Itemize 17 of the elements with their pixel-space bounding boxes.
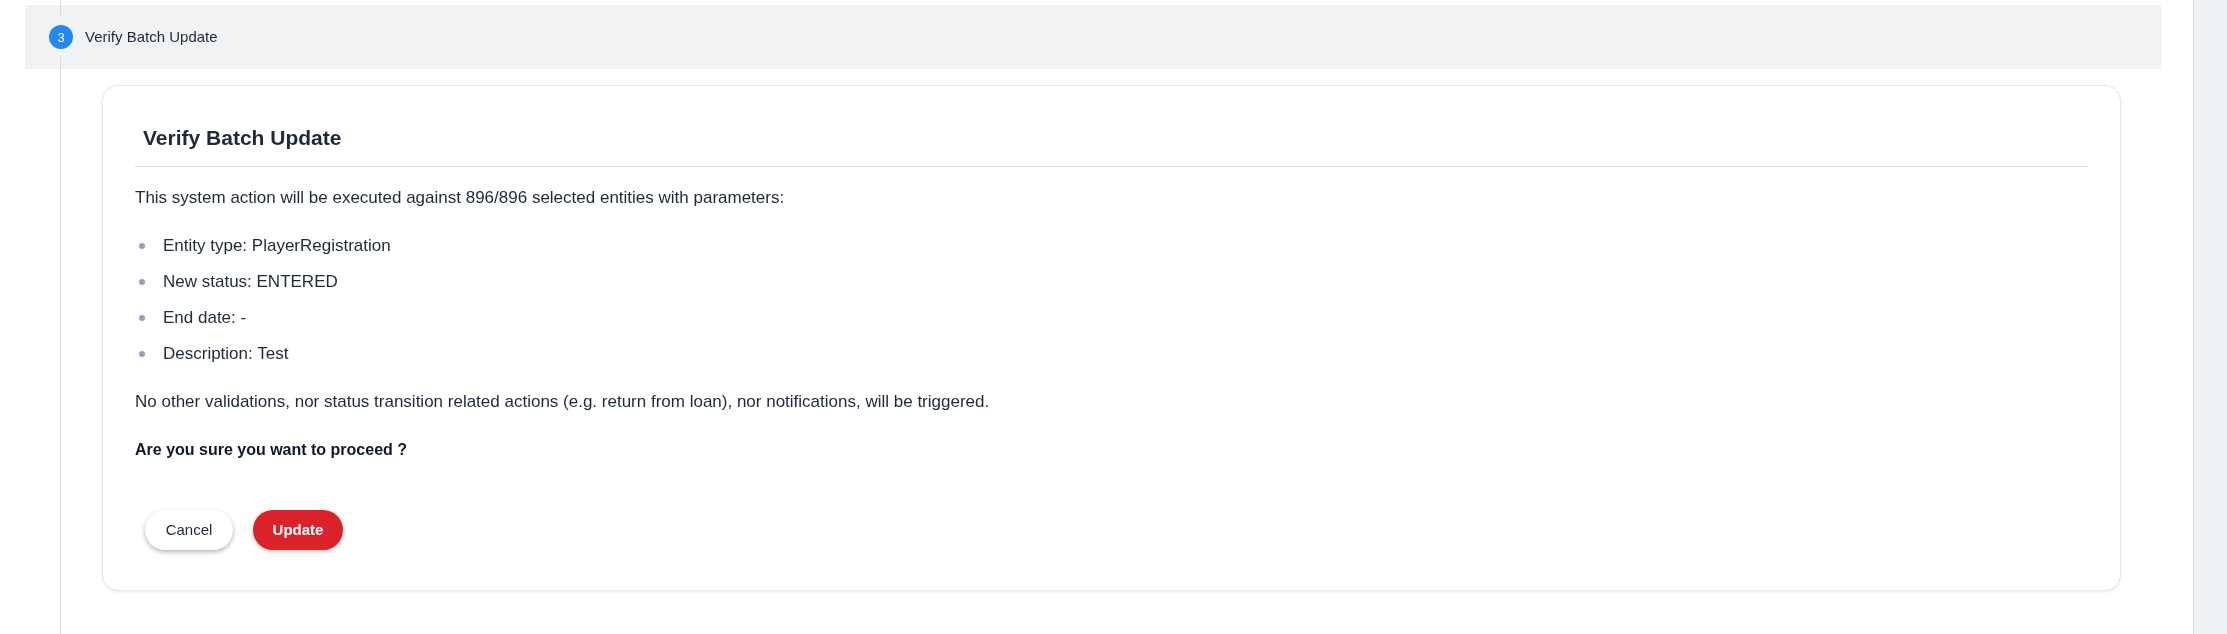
bullet-icon <box>139 243 145 249</box>
parameter-text: End date: - <box>163 307 247 329</box>
parameter-text: New status: ENTERED <box>163 271 338 293</box>
parameter-text: Entity type: PlayerRegistration <box>163 235 391 257</box>
confirmation-question: Are you sure you want to proceed ? <box>135 440 409 460</box>
update-button[interactable]: Update <box>253 510 343 550</box>
step-title: Verify Batch Update <box>85 27 218 47</box>
bullet-icon <box>139 279 145 285</box>
bullet-icon <box>139 315 145 321</box>
step-number: 3 <box>49 25 73 49</box>
intro-text: This system action will be executed against 896/896 selected entities with parameters: <box>135 187 786 209</box>
parameter-text: Description: Test <box>163 343 289 365</box>
note-text: No other validations, nor status transition related actions (e.g. return from loan), nor notifications, will be triggered. <box>135 391 991 413</box>
bullet-icon <box>139 351 145 357</box>
cancel-button[interactable]: Cancel <box>145 510 233 550</box>
timeline-connector <box>60 0 61 16</box>
card-title: Verify Batch Update <box>143 125 343 151</box>
